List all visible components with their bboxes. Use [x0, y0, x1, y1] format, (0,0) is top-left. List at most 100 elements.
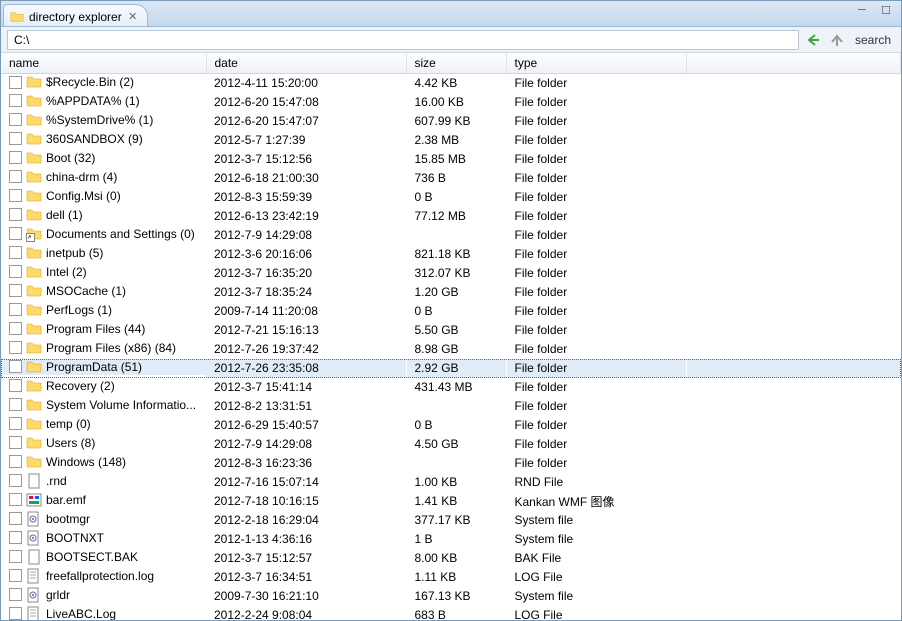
- path-input[interactable]: [7, 30, 799, 50]
- file-name: china-drm (4): [46, 170, 117, 184]
- table-row[interactable]: Boot (32)2012-3-7 15:12:5615.85 MBFile f…: [1, 150, 901, 169]
- file-name: $Recycle.Bin (2): [46, 75, 134, 89]
- file-date: 2012-8-3 15:59:39: [206, 188, 406, 207]
- col-name[interactable]: name: [1, 53, 206, 74]
- table-row[interactable]: LiveABC.Log2012-2-24 9:08:04683 BLOG Fil…: [1, 606, 901, 621]
- folder-icon: [26, 340, 42, 356]
- row-checkbox[interactable]: [9, 341, 22, 354]
- row-checkbox[interactable]: [9, 588, 22, 601]
- back-button[interactable]: [803, 30, 823, 50]
- file-date: 2012-7-18 10:16:15: [206, 492, 406, 511]
- file-date: 2009-7-30 16:21:10: [206, 587, 406, 606]
- row-checkbox[interactable]: [9, 94, 22, 107]
- row-checkbox[interactable]: [9, 246, 22, 259]
- column-headers: name date size type: [1, 53, 901, 74]
- table-row[interactable]: Config.Msi (0)2012-8-3 15:59:390 BFile f…: [1, 188, 901, 207]
- file-name: bootmgr: [46, 512, 90, 526]
- table-row[interactable]: Program Files (x86) (84)2012-7-26 19:37:…: [1, 340, 901, 359]
- row-checkbox[interactable]: [9, 550, 22, 563]
- folder-icon: [10, 10, 24, 24]
- table-row[interactable]: temp (0)2012-6-29 15:40:570 BFile folder: [1, 416, 901, 435]
- file-name: Users (8): [46, 436, 95, 450]
- row-checkbox[interactable]: [9, 569, 22, 582]
- row-checkbox[interactable]: [9, 360, 22, 373]
- col-date[interactable]: date: [206, 53, 406, 74]
- row-checkbox[interactable]: [9, 303, 22, 316]
- table-row[interactable]: bootmgr2012-2-18 16:29:04377.17 KBSystem…: [1, 511, 901, 530]
- row-checkbox[interactable]: [9, 227, 22, 240]
- table-row[interactable]: Intel (2)2012-3-7 16:35:20312.07 KBFile …: [1, 264, 901, 283]
- file-type: File folder: [506, 188, 686, 207]
- row-checkbox[interactable]: [9, 132, 22, 145]
- row-checkbox[interactable]: [9, 531, 22, 544]
- table-row[interactable]: Recovery (2)2012-3-7 15:41:14431.43 MBFi…: [1, 378, 901, 397]
- maximize-button[interactable]: ☐: [877, 3, 895, 17]
- row-checkbox[interactable]: [9, 151, 22, 164]
- file-date: 2012-7-26 19:37:42: [206, 340, 406, 359]
- table-row[interactable]: 360SANDBOX (9)2012-5-7 1:27:392.38 MBFil…: [1, 131, 901, 150]
- table-row[interactable]: Windows (148)2012-8-3 16:23:36File folde…: [1, 454, 901, 473]
- table-row[interactable]: dell (1)2012-6-13 23:42:1977.12 MBFile f…: [1, 207, 901, 226]
- col-type[interactable]: type: [506, 53, 686, 74]
- table-row[interactable]: .rnd2012-7-16 15:07:141.00 KBRND File: [1, 473, 901, 492]
- file-name: PerfLogs (1): [46, 303, 112, 317]
- row-checkbox[interactable]: [9, 189, 22, 202]
- table-row[interactable]: System Volume Informatio...2012-8-2 13:3…: [1, 397, 901, 416]
- file-name: BOOTSECT.BAK: [46, 550, 138, 564]
- row-checkbox[interactable]: [9, 76, 22, 89]
- table-row[interactable]: freefallprotection.log2012-3-7 16:34:511…: [1, 568, 901, 587]
- row-checkbox[interactable]: [9, 455, 22, 468]
- folder-icon: [26, 435, 42, 451]
- table-row[interactable]: PerfLogs (1)2009-7-14 11:20:080 BFile fo…: [1, 302, 901, 321]
- table-row[interactable]: Documents and Settings (0)2012-7-9 14:29…: [1, 226, 901, 245]
- row-checkbox[interactable]: [9, 417, 22, 430]
- folder-icon: [26, 264, 42, 280]
- tab-directory-explorer[interactable]: directory explorer ✕: [3, 4, 148, 26]
- table-row[interactable]: bar.emf2012-7-18 10:16:151.41 KBKankan W…: [1, 492, 901, 511]
- up-button[interactable]: [827, 30, 847, 50]
- row-checkbox[interactable]: [9, 493, 22, 506]
- row-checkbox[interactable]: [9, 284, 22, 297]
- table-row[interactable]: %SystemDrive% (1)2012-6-20 15:47:07607.9…: [1, 112, 901, 131]
- table-row[interactable]: MSOCache (1)2012-3-7 18:35:241.20 GBFile…: [1, 283, 901, 302]
- file-date: 2012-4-11 15:20:00: [206, 74, 406, 93]
- table-row[interactable]: grldr2009-7-30 16:21:10167.13 KBSystem f…: [1, 587, 901, 606]
- minimize-button[interactable]: ─: [853, 3, 871, 17]
- table-row[interactable]: inetpub (5)2012-3-6 20:16:06821.18 KBFil…: [1, 245, 901, 264]
- address-bar: search: [1, 27, 901, 53]
- table-row[interactable]: BOOTNXT2012-1-13 4:36:161 BSystem file: [1, 530, 901, 549]
- table-row[interactable]: $Recycle.Bin (2)2012-4-11 15:20:004.42 K…: [1, 74, 901, 93]
- file-type: File folder: [506, 435, 686, 454]
- row-checkbox[interactable]: [9, 170, 22, 183]
- col-filler: [686, 53, 901, 74]
- table-row[interactable]: Program Files (44)2012-7-21 15:16:135.50…: [1, 321, 901, 340]
- row-checkbox[interactable]: [9, 512, 22, 525]
- row-checkbox[interactable]: [9, 436, 22, 449]
- log-icon: [26, 568, 42, 584]
- row-checkbox[interactable]: [9, 474, 22, 487]
- row-checkbox[interactable]: [9, 379, 22, 392]
- folder-icon: [26, 112, 42, 128]
- table-row[interactable]: %APPDATA% (1)2012-6-20 15:47:0816.00 KBF…: [1, 93, 901, 112]
- search-link[interactable]: search: [851, 33, 895, 47]
- close-tab-icon[interactable]: ✕: [127, 11, 139, 23]
- file-listing-scroll[interactable]: name date size type $Recycle.Bin (2) 2012…: [1, 53, 901, 620]
- row-checkbox[interactable]: [9, 208, 22, 221]
- row-checkbox[interactable]: [9, 113, 22, 126]
- table-row[interactable]: Users (8)2012-7-9 14:29:084.50 GBFile fo…: [1, 435, 901, 454]
- file-size: 8.98 GB: [406, 340, 506, 359]
- file-size: 377.17 KB: [406, 511, 506, 530]
- table-row[interactable]: ProgramData (51)2012-7-26 23:35:082.92 G…: [1, 359, 901, 378]
- table-row[interactable]: china-drm (4)2012-6-18 21:00:30736 BFile…: [1, 169, 901, 188]
- table-row[interactable]: BOOTSECT.BAK2012-3-7 15:12:578.00 KBBAK …: [1, 549, 901, 568]
- file-date: 2012-7-16 15:07:14: [206, 473, 406, 492]
- col-size[interactable]: size: [406, 53, 506, 74]
- row-checkbox[interactable]: [9, 607, 22, 620]
- file-date: 2012-5-7 1:27:39: [206, 131, 406, 150]
- row-checkbox[interactable]: [9, 322, 22, 335]
- file-size: 1.41 KB: [406, 492, 506, 511]
- row-checkbox[interactable]: [9, 265, 22, 278]
- file-name: Program Files (44): [46, 322, 145, 336]
- row-checkbox[interactable]: [9, 398, 22, 411]
- file-type: System file: [506, 587, 686, 606]
